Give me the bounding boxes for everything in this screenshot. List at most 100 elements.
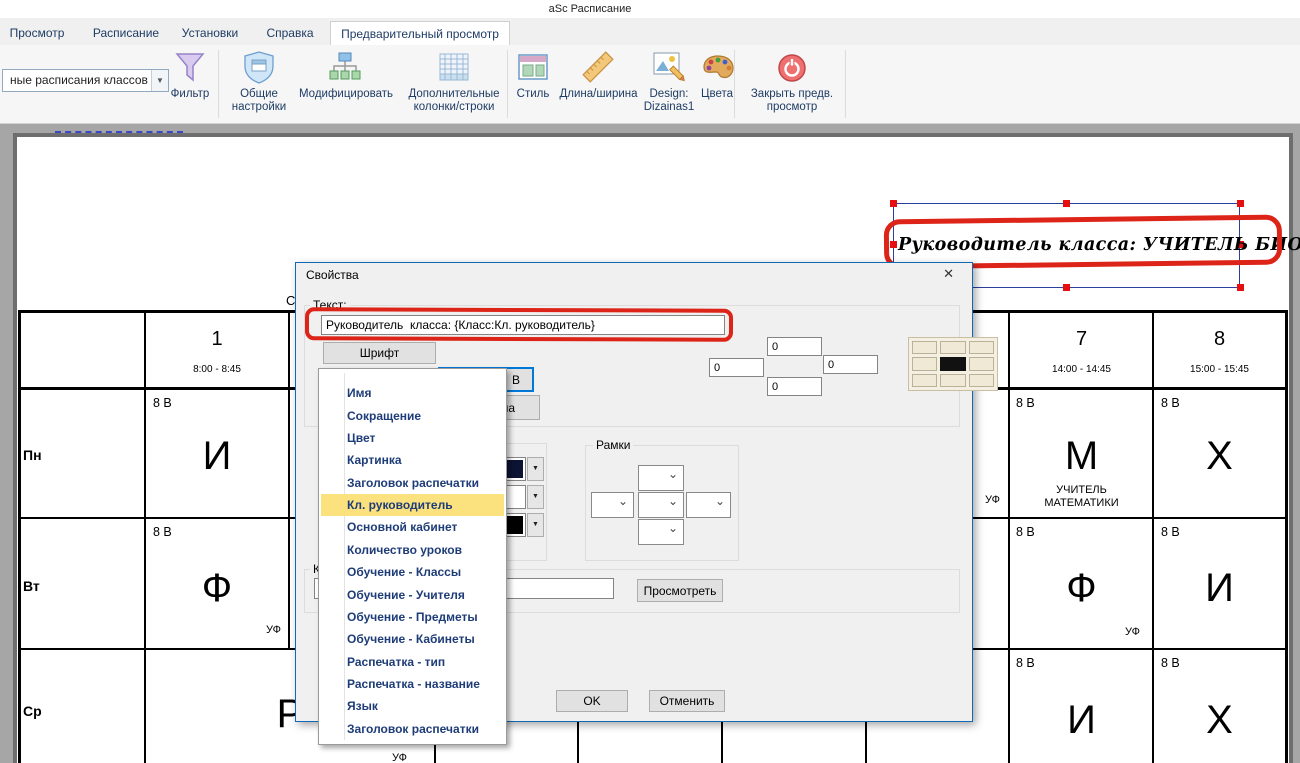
general-settings-button[interactable]: Общие настройки xyxy=(229,88,289,113)
filter-funnel-icon[interactable] xyxy=(172,49,208,87)
frame-left-combobox[interactable] xyxy=(591,492,634,518)
ribbon-separator xyxy=(845,50,846,118)
alignment-grid[interactable] xyxy=(908,337,998,391)
modify-orgchart-icon[interactable] xyxy=(327,49,363,87)
tab-preview-active[interactable]: Предварительный просмотр xyxy=(330,21,510,45)
colors-palette-icon[interactable] xyxy=(700,49,736,87)
style-button[interactable]: Стиль xyxy=(508,88,558,101)
cell-class-label: 8 В xyxy=(1161,396,1180,410)
align-cell[interactable] xyxy=(969,341,994,354)
menu-item-printout-header-2[interactable]: Заголовок распечатки xyxy=(319,718,506,740)
menu-item-color[interactable]: Цвет xyxy=(319,427,506,449)
modify-button[interactable]: Модифицировать xyxy=(291,88,401,101)
align-cell[interactable] xyxy=(940,341,965,354)
cell-subject: Ф xyxy=(145,568,289,608)
design-picture-icon[interactable] xyxy=(650,49,686,87)
cell-class-label: 8 В xyxy=(1161,525,1180,539)
menu-item-teaching-subjects[interactable]: Обучение - Предметы xyxy=(319,606,506,628)
tab-settings[interactable]: Установки xyxy=(176,21,244,45)
frame-center-combobox[interactable] xyxy=(638,492,684,518)
chevron-down-icon[interactable]: ▼ xyxy=(527,485,544,509)
cell-subject: И xyxy=(145,436,289,476)
resize-handle[interactable] xyxy=(1063,200,1070,207)
menu-item-class-teacher-highlighted[interactable]: Кл. руководитель xyxy=(321,494,504,516)
menu-item-printout-name[interactable]: Распечатка - название xyxy=(319,673,506,695)
style-window-icon[interactable] xyxy=(515,49,551,87)
align-cell[interactable] xyxy=(912,374,937,387)
cell-subject: И xyxy=(1010,700,1153,740)
ok-button[interactable]: OK xyxy=(556,690,628,712)
menu-item-picture[interactable]: Картинка xyxy=(319,449,506,471)
cell-subject: Ф xyxy=(1010,568,1153,608)
length-width-button[interactable]: Длина/ширина xyxy=(556,88,641,101)
chevron-down-icon[interactable]: ▼ xyxy=(527,457,544,481)
menu-item-lessons-count[interactable]: Количество уроков xyxy=(319,539,506,561)
period-number: 7 xyxy=(1010,328,1153,351)
cell-subject: И xyxy=(1153,568,1286,608)
align-cell[interactable] xyxy=(912,341,937,354)
frame-top-combobox[interactable] xyxy=(638,465,684,491)
menu-item-teaching-classrooms[interactable]: Обучение - Кабинеты xyxy=(319,628,506,650)
tab-help[interactable]: Справка xyxy=(260,21,320,45)
table-grid-line xyxy=(1285,310,1288,763)
chevron-down-icon[interactable]: ▼ xyxy=(527,513,544,537)
menu-item-printout-type[interactable]: Распечатка - тип xyxy=(319,651,506,673)
extra-columns-button[interactable]: Дополнительные колонки/строки xyxy=(399,88,509,113)
menu-tab-bar: Предварительный просмотр Просмотр Распис… xyxy=(0,18,1300,45)
resize-handle[interactable] xyxy=(890,200,897,207)
length-width-ruler-icon[interactable] xyxy=(580,49,616,87)
schedule-type-combobox[interactable]: ные расписания классов ▼ xyxy=(2,69,169,92)
field-popup-menu: Имя Сокращение Цвет Картинка Заголовок р… xyxy=(318,368,507,745)
menu-item-abbreviation[interactable]: Сокращение xyxy=(319,404,506,426)
day-label-wed: Ср xyxy=(23,703,42,719)
close-preview-power-icon[interactable] xyxy=(774,49,810,87)
frame-bottom-combobox[interactable] xyxy=(638,519,684,545)
menu-item-language[interactable]: Язык xyxy=(319,695,506,717)
page-top-selection-dash xyxy=(55,131,183,133)
colors-button[interactable]: Цвета xyxy=(692,88,742,101)
extra-columns-grid-icon[interactable] xyxy=(436,49,472,87)
tab-timetable[interactable]: Расписание xyxy=(88,21,164,45)
browse-button[interactable]: Просмотреть xyxy=(637,579,723,602)
resize-handle[interactable] xyxy=(1063,284,1070,291)
align-cell[interactable] xyxy=(969,357,994,370)
cell-class-label: 8 В xyxy=(153,396,172,410)
align-cell[interactable] xyxy=(969,374,994,387)
period-time: 8:00 - 8:45 xyxy=(145,364,289,375)
menu-item-teaching-teachers[interactable]: Обучение - Учителя xyxy=(319,583,506,605)
menu-item-printout-header[interactable]: Заголовок распечатки xyxy=(319,472,506,494)
menu-item-home-classroom[interactable]: Основной кабинет xyxy=(319,516,506,538)
cell-class-label: 8 В xyxy=(153,525,172,539)
resize-handle[interactable] xyxy=(1237,200,1244,207)
filter-button[interactable]: Фильтр xyxy=(160,88,220,101)
period-time: 14:00 - 14:45 xyxy=(1010,364,1153,375)
cell-class-label: 8 В xyxy=(1016,656,1035,670)
menu-item-name[interactable]: Имя xyxy=(319,382,506,404)
cell-class-label: 8 В xyxy=(1016,525,1035,539)
font-button[interactable]: Шрифт xyxy=(323,342,436,364)
close-preview-button[interactable]: Закрыть предв. просмотр xyxy=(744,88,840,113)
close-icon[interactable]: ✕ xyxy=(943,266,954,282)
align-cell[interactable] xyxy=(912,357,937,370)
spacing-bottom-input[interactable] xyxy=(767,377,822,396)
cell-subject: Х xyxy=(1153,700,1286,740)
frame-right-combobox[interactable] xyxy=(686,492,731,518)
period-number: 1 xyxy=(145,328,289,351)
tab-view[interactable]: Просмотр xyxy=(5,21,69,45)
spacing-left-input[interactable] xyxy=(709,358,764,377)
cell-teacher-name: МАТЕМАТИКИ xyxy=(1010,497,1153,510)
resize-handle[interactable] xyxy=(1237,284,1244,291)
table-grid-line xyxy=(1152,310,1154,763)
spacing-top-input[interactable] xyxy=(767,337,822,356)
cancel-button[interactable]: Отменить xyxy=(649,690,725,712)
design-button[interactable]: Design: Dizainas1 xyxy=(640,88,698,113)
general-settings-shield-icon[interactable] xyxy=(241,49,277,87)
cell-class-label: 8 В xyxy=(1161,656,1180,670)
cell-teacher-code: УФ xyxy=(145,624,281,636)
align-cell[interactable] xyxy=(940,374,965,387)
align-cell-selected[interactable] xyxy=(940,357,965,370)
spacing-right-input[interactable] xyxy=(823,355,878,374)
window-title: aSc Расписание xyxy=(0,0,1180,18)
menu-item-teaching-classes[interactable]: Обучение - Классы xyxy=(319,561,506,583)
cell-teacher-code: УФ xyxy=(1010,626,1140,638)
